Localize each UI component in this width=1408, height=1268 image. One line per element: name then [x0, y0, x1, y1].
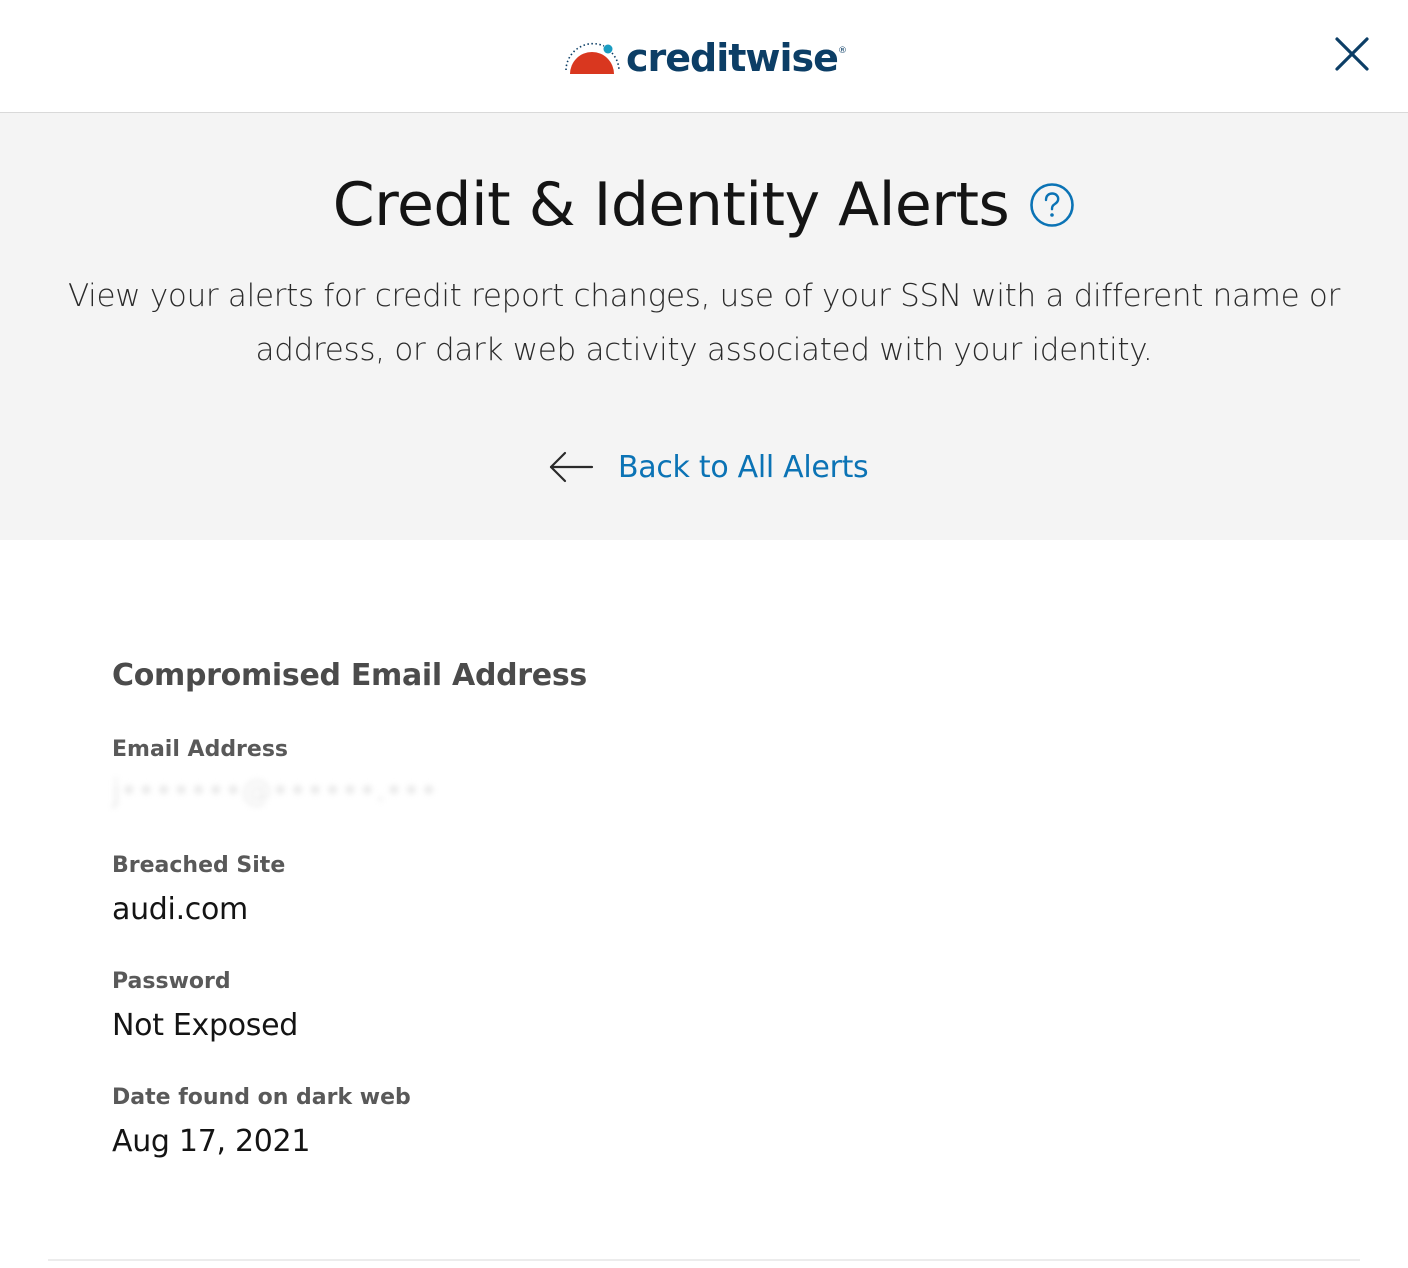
logo-wordmark: creditwise — [626, 36, 839, 80]
top-bar: creditwise ® — [0, 0, 1408, 113]
logo-sunrise-icon — [565, 42, 620, 74]
password-label: Password — [112, 969, 231, 994]
back-link-label: Back to All Alerts — [618, 449, 869, 485]
arrow-left-icon — [549, 451, 594, 483]
close-icon — [1335, 37, 1369, 71]
breached-site-label: Breached Site — [112, 853, 286, 878]
title-row: Credit & Identity Alerts — [0, 169, 1408, 241]
question-circle-icon[interactable] — [1029, 182, 1075, 228]
section-divider — [48, 1259, 1360, 1261]
email-address-label: Email Address — [112, 737, 289, 762]
alerts-hero: Credit & Identity Alerts View your alert… — [0, 113, 1408, 540]
page-description: View your alerts for credit report chang… — [67, 278, 1341, 368]
alert-details: Compromised Email Address Email Address … — [112, 656, 1312, 1159]
date-found-value: Aug 17, 2021 — [112, 1124, 311, 1159]
alert-type-heading: Compromised Email Address — [112, 658, 587, 693]
creditwise-logo: creditwise ® — [564, 36, 847, 80]
date-found-label: Date found on dark web — [112, 1085, 411, 1110]
page-title: Credit & Identity Alerts — [332, 170, 1010, 240]
back-to-all-alerts-link[interactable]: Back to All Alerts — [548, 445, 869, 489]
registered-mark: ® — [837, 46, 847, 56]
breached-site-value: audi.com — [112, 892, 248, 927]
email-address-value: j•••••••@••••••.••• — [112, 774, 438, 809]
alert-detail-page: creditwise ® Credit & Identity Alerts Vi… — [0, 0, 1408, 1268]
close-button[interactable] — [1330, 32, 1374, 76]
password-value: Not Exposed — [112, 1008, 299, 1043]
